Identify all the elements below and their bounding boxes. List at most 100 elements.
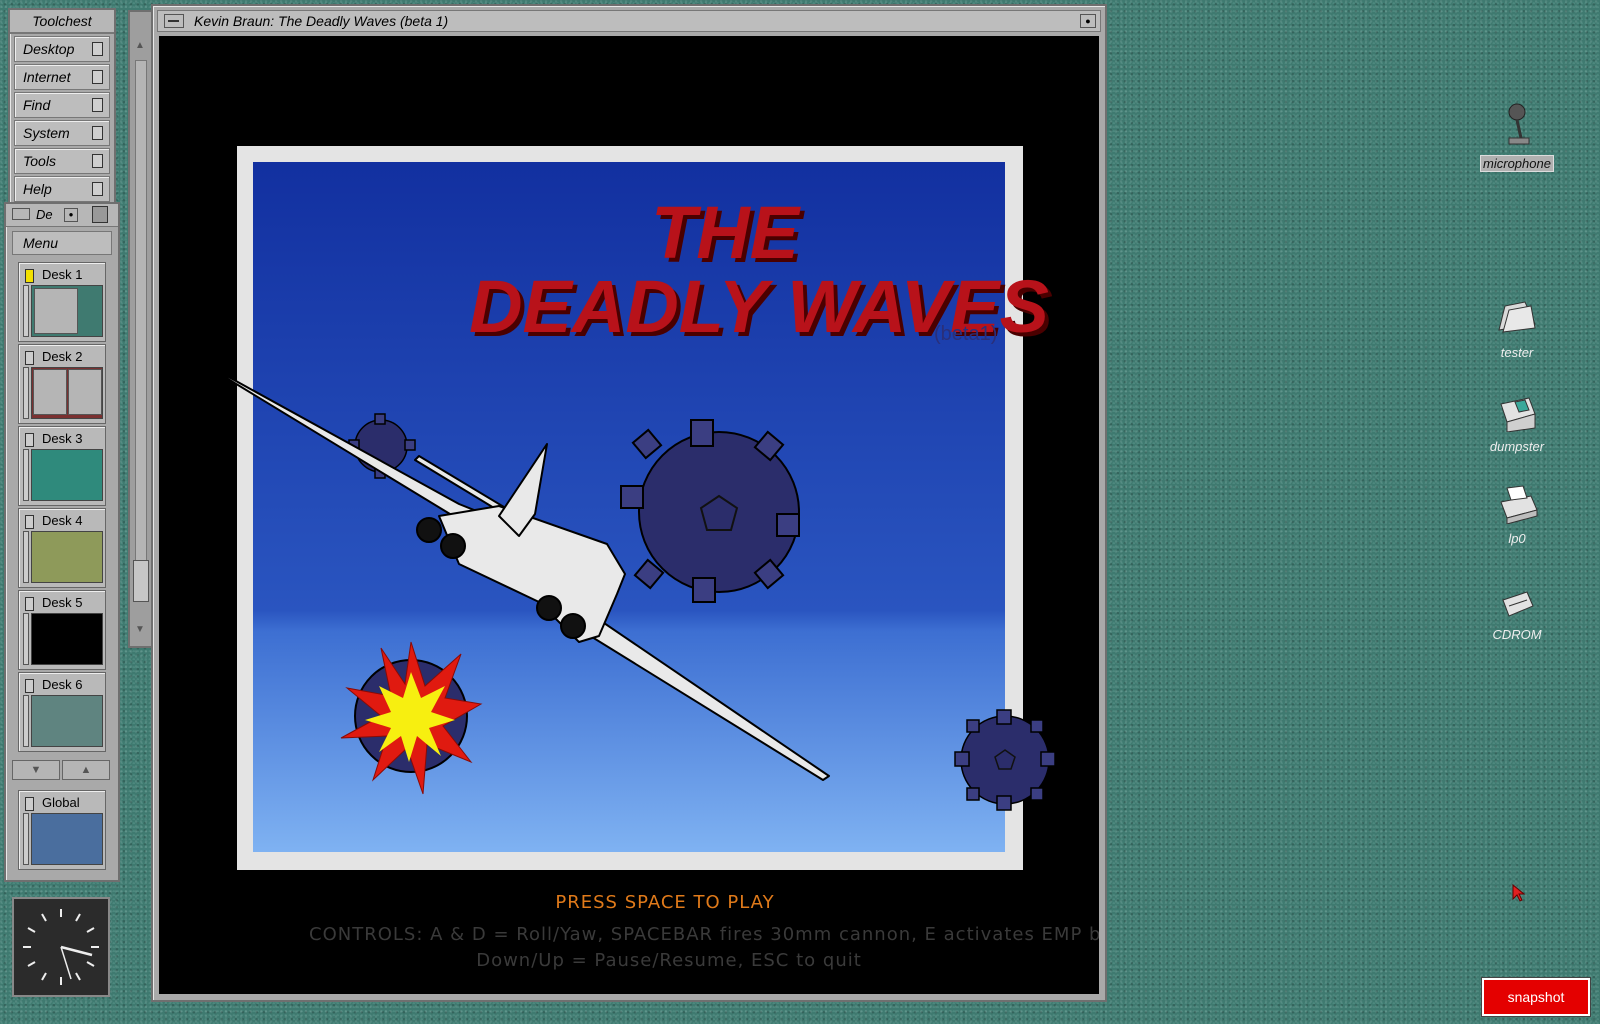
cdrom-icon <box>1502 591 1534 617</box>
game-scene: THE THE DEADLY WAVES DEADLY WAVES (beta1… <box>186 146 1099 971</box>
desk-scrollbar <box>23 695 29 747</box>
desk-scrollbar <box>23 813 29 865</box>
desktop-icon-label: tester <box>1500 345 1534 360</box>
scroll-up-arrow[interactable]: ▲ <box>133 40 147 54</box>
desk-1[interactable]: Desk 1 <box>18 262 106 342</box>
desk-thumbnail <box>31 285 103 337</box>
window-iconify-icon[interactable]: ● <box>1080 14 1096 28</box>
mouse-cursor-icon <box>1512 883 1526 907</box>
desk-label: Desk 3 <box>42 431 83 446</box>
title-line1: THE <box>651 191 802 274</box>
desk-thumbnail <box>31 695 103 747</box>
scroll-thumb[interactable] <box>133 560 149 602</box>
toolchest-item-label: System <box>23 125 70 141</box>
desk-label: Desk 6 <box>42 677 83 692</box>
clock-widget <box>12 897 110 997</box>
scroll-down-arrow[interactable]: ▼ <box>133 624 147 638</box>
snapshot-button[interactable]: snapshot <box>1482 978 1590 1016</box>
desk-scrollbar <box>23 449 29 501</box>
desks-panel: De ● Menu Desk 1 Desk 2 Desk 3 Desk 4 De… <box>4 202 120 882</box>
desk-scrollbar <box>23 613 29 665</box>
desktop-icon-dumpster[interactable]: dumpster <box>1472 384 1562 456</box>
toolchest-item-tools[interactable]: Tools <box>14 148 110 174</box>
desk-label: Desk 5 <box>42 595 83 610</box>
desk-thumbnail <box>31 449 103 501</box>
toolchest-item-find[interactable]: Find <box>14 92 110 118</box>
desk-thumbnail <box>31 813 103 865</box>
desks-titlebar[interactable]: De ● <box>6 204 118 227</box>
desktop-icon-tester[interactable]: tester <box>1472 292 1562 362</box>
desk-thumbnail <box>31 613 103 665</box>
close-icon[interactable]: ● <box>64 208 78 222</box>
toolchest-item-label: Tools <box>23 153 56 169</box>
desktop-icon-label: microphone <box>1480 155 1554 172</box>
scroll-up-button[interactable]: ▲ <box>62 760 110 780</box>
desk-indicator <box>25 597 34 611</box>
dumpster-icon <box>1500 397 1536 433</box>
mine-icon <box>954 709 1056 811</box>
clock-face-icon <box>23 909 99 985</box>
toolchest-item-label: Internet <box>23 69 71 85</box>
desk-label: Desk 4 <box>42 513 83 528</box>
desk-3[interactable]: Desk 3 <box>18 426 106 506</box>
controls-line-1: CONTROLS: A & D = Roll/Yaw, SPACEBAR fir… <box>309 924 1099 945</box>
desks-title: De <box>36 207 53 222</box>
desk-indicator <box>25 351 34 365</box>
desk-global[interactable]: Global <box>18 790 106 870</box>
desk-6[interactable]: Desk 6 <box>18 672 106 752</box>
toolchest-panel: Toolchest Desktop Internet Find System T… <box>8 8 116 206</box>
desks-menu-button[interactable]: Menu <box>12 231 112 255</box>
maximize-icon[interactable] <box>92 206 108 223</box>
desk-indicator <box>25 679 34 693</box>
submenu-icon <box>92 70 103 84</box>
desktop-icon-lp0[interactable]: lp0 <box>1472 484 1562 548</box>
window-titlebar[interactable]: Kevin Braun: The Deadly Waves (beta 1) ● <box>157 10 1101 32</box>
desk-indicator <box>25 515 34 529</box>
toolchest-item-label: Desktop <box>23 41 75 57</box>
desktop-icon-label: CDROM <box>1492 627 1542 642</box>
scroll-down-button[interactable]: ▼ <box>12 760 60 780</box>
game-canvas[interactable]: THE THE DEADLY WAVES DEADLY WAVES (beta1… <box>159 36 1099 994</box>
desktop-icon-cdrom[interactable]: CDROM <box>1472 586 1562 644</box>
toolchest-item-desktop[interactable]: Desktop <box>14 36 110 62</box>
desk-indicator <box>25 433 34 447</box>
folder-icon <box>1498 301 1536 333</box>
scroll-track[interactable] <box>135 60 147 562</box>
desk-5[interactable]: Desk 5 <box>18 590 106 670</box>
microphone-icon <box>1508 103 1530 145</box>
desk-scrollbar <box>23 367 29 419</box>
toolchest-item-help[interactable]: Help <box>14 176 110 202</box>
toolchest-title[interactable]: Toolchest <box>10 10 114 34</box>
desktop-icon-microphone[interactable]: microphone <box>1472 100 1562 173</box>
minimize-icon[interactable] <box>12 208 30 220</box>
desk-scrollbar <box>23 531 29 583</box>
toolchest-item-label: Help <box>23 181 52 197</box>
submenu-icon <box>92 126 103 140</box>
desk-2[interactable]: Desk 2 <box>18 344 106 424</box>
game-window: Kevin Braun: The Deadly Waves (beta 1) ● <box>151 4 1107 1002</box>
toolchest-item-internet[interactable]: Internet <box>14 64 110 90</box>
toolchest-item-system[interactable]: System <box>14 120 110 146</box>
desktop-icon-label: lp0 <box>1508 531 1526 546</box>
beta-tag: (beta1) <box>934 323 997 345</box>
desk-thumbnail <box>31 531 103 583</box>
submenu-icon <box>92 98 103 112</box>
window-title: Kevin Braun: The Deadly Waves (beta 1) <box>194 13 449 29</box>
submenu-icon <box>92 182 103 196</box>
large-mine-icon <box>620 419 800 603</box>
window-menu-icon[interactable] <box>164 14 184 28</box>
desk-4[interactable]: Desk 4 <box>18 508 106 588</box>
desk-label: Desk 2 <box>42 349 83 364</box>
press-space-prompt: PRESS SPACE TO PLAY <box>555 892 774 913</box>
printer-icon <box>1500 485 1538 525</box>
desk-scrollbar <box>23 285 29 337</box>
desk-label: Desk 1 <box>42 267 83 282</box>
desk-indicator <box>25 797 34 811</box>
submenu-icon <box>92 42 103 56</box>
active-desk-indicator <box>25 269 34 283</box>
toolchest-item-label: Find <box>23 97 51 113</box>
submenu-icon <box>92 154 103 168</box>
desk-thumbnail <box>31 367 103 419</box>
desk-label: Global <box>42 795 80 810</box>
desktop-icon-label: dumpster <box>1489 439 1545 454</box>
